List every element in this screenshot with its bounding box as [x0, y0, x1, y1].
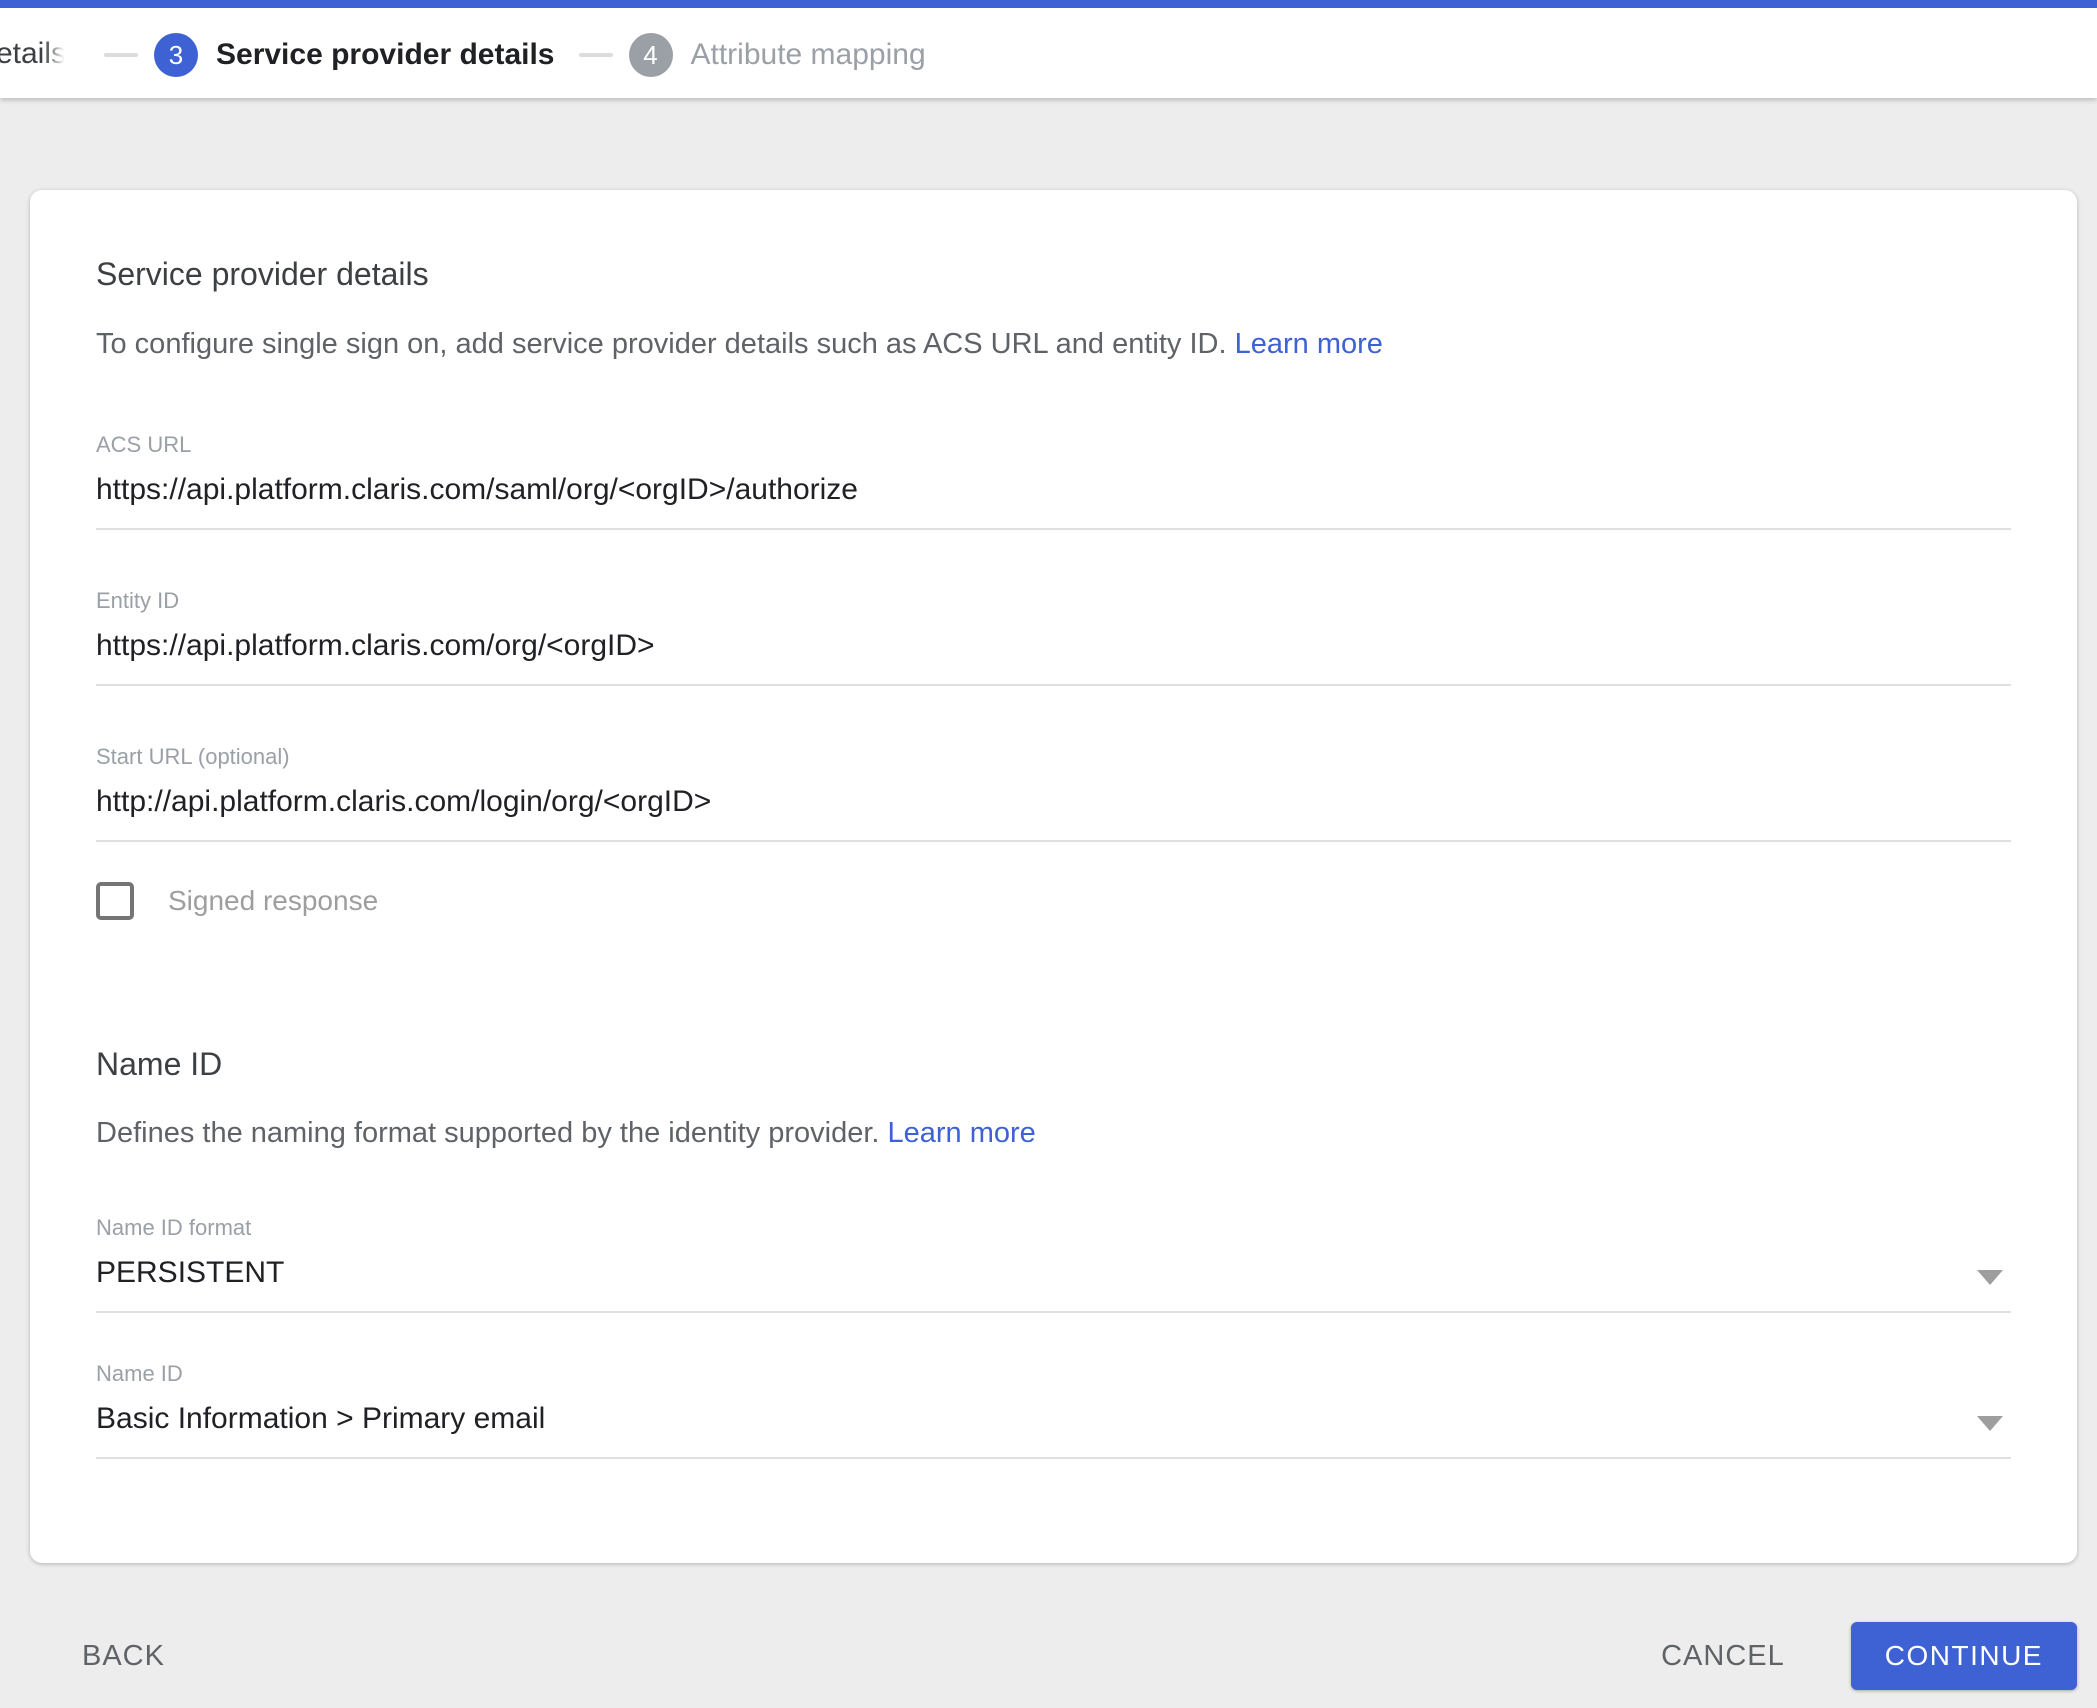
step-3-label: Service provider details — [216, 38, 555, 71]
card-title: Service provider details — [96, 256, 429, 292]
chevron-down-icon[interactable] — [1977, 1415, 2003, 1431]
card-description-text: To configure single sign on, add service… — [96, 328, 1227, 360]
cancel-button[interactable]: CANCEL — [1653, 1628, 1793, 1685]
service-provider-details-card: Service provider details To configure si… — [30, 190, 2077, 1563]
step-connector-dash — [104, 53, 138, 57]
chevron-down-icon[interactable] — [1977, 1269, 2003, 1285]
card-description: To configure single sign on, add service… — [96, 324, 2011, 364]
name-id-learn-more-link[interactable]: Learn more — [888, 1117, 1036, 1149]
back-button[interactable]: BACK — [74, 1628, 173, 1685]
acs-url-label: ACS URL — [96, 432, 192, 457]
step-4-indicator: 4 — [628, 33, 673, 77]
step-3-indicator: 3 — [154, 33, 198, 77]
start-url-field-group: Start URL (optional) — [96, 744, 2011, 842]
name-id-section-title: Name ID — [96, 1046, 223, 1082]
wizard-header: provider details 3 Service provider deta… — [0, 8, 2097, 98]
name-id-description-text: Defines the naming format supported by t… — [96, 1116, 880, 1149]
entity-id-label: Entity ID — [96, 588, 180, 613]
start-url-label: Start URL (optional) — [96, 744, 290, 769]
name-id-value: Basic Information > Primary email — [96, 1401, 546, 1435]
name-id-section-description: Defines the naming format supported by t… — [96, 1113, 2011, 1153]
start-url-input[interactable] — [96, 770, 2011, 842]
acs-url-input[interactable] — [96, 458, 2011, 530]
name-id-format-group: Name ID format PERSISTENT — [96, 1215, 2011, 1313]
name-id-format-value: PERSISTENT — [96, 1255, 285, 1289]
signed-response-row: Signed response — [96, 882, 2011, 920]
signed-response-checkbox[interactable] — [96, 882, 134, 920]
step-4-label: Attribute mapping — [690, 38, 926, 71]
acs-url-field-group: ACS URL — [96, 432, 2011, 530]
name-id-format-select[interactable]: PERSISTENT — [96, 1241, 2011, 1313]
wizard-footer: BACK CANCEL CONTINUE — [30, 1613, 2077, 1699]
previous-step-label-text: provider details — [0, 37, 66, 70]
step-3-number: 3 — [168, 39, 184, 70]
name-id-format-label: Name ID format — [96, 1214, 252, 1240]
entity-id-field-group: Entity ID — [96, 588, 2011, 686]
step-4-number: 4 — [643, 39, 658, 70]
name-id-label: Name ID — [96, 1360, 183, 1386]
wizard-stepper: 3 Service provider details 4 Attribute m… — [88, 32, 934, 78]
signed-response-label: Signed response — [168, 885, 379, 916]
continue-button[interactable]: CONTINUE — [1850, 1622, 2077, 1690]
previous-step-label-truncated: provider details — [0, 28, 66, 80]
name-id-select[interactable]: Basic Information > Primary email — [96, 1387, 2011, 1459]
footer-right-actions: CANCEL CONTINUE — [1653, 1622, 2077, 1690]
step-connector-dash — [578, 53, 613, 57]
learn-more-link[interactable]: Learn more — [1235, 328, 1383, 360]
top-accent-bar — [0, 0, 2097, 8]
entity-id-input[interactable] — [96, 614, 2011, 686]
name-id-group: Name ID Basic Information > Primary emai… — [96, 1361, 2011, 1459]
